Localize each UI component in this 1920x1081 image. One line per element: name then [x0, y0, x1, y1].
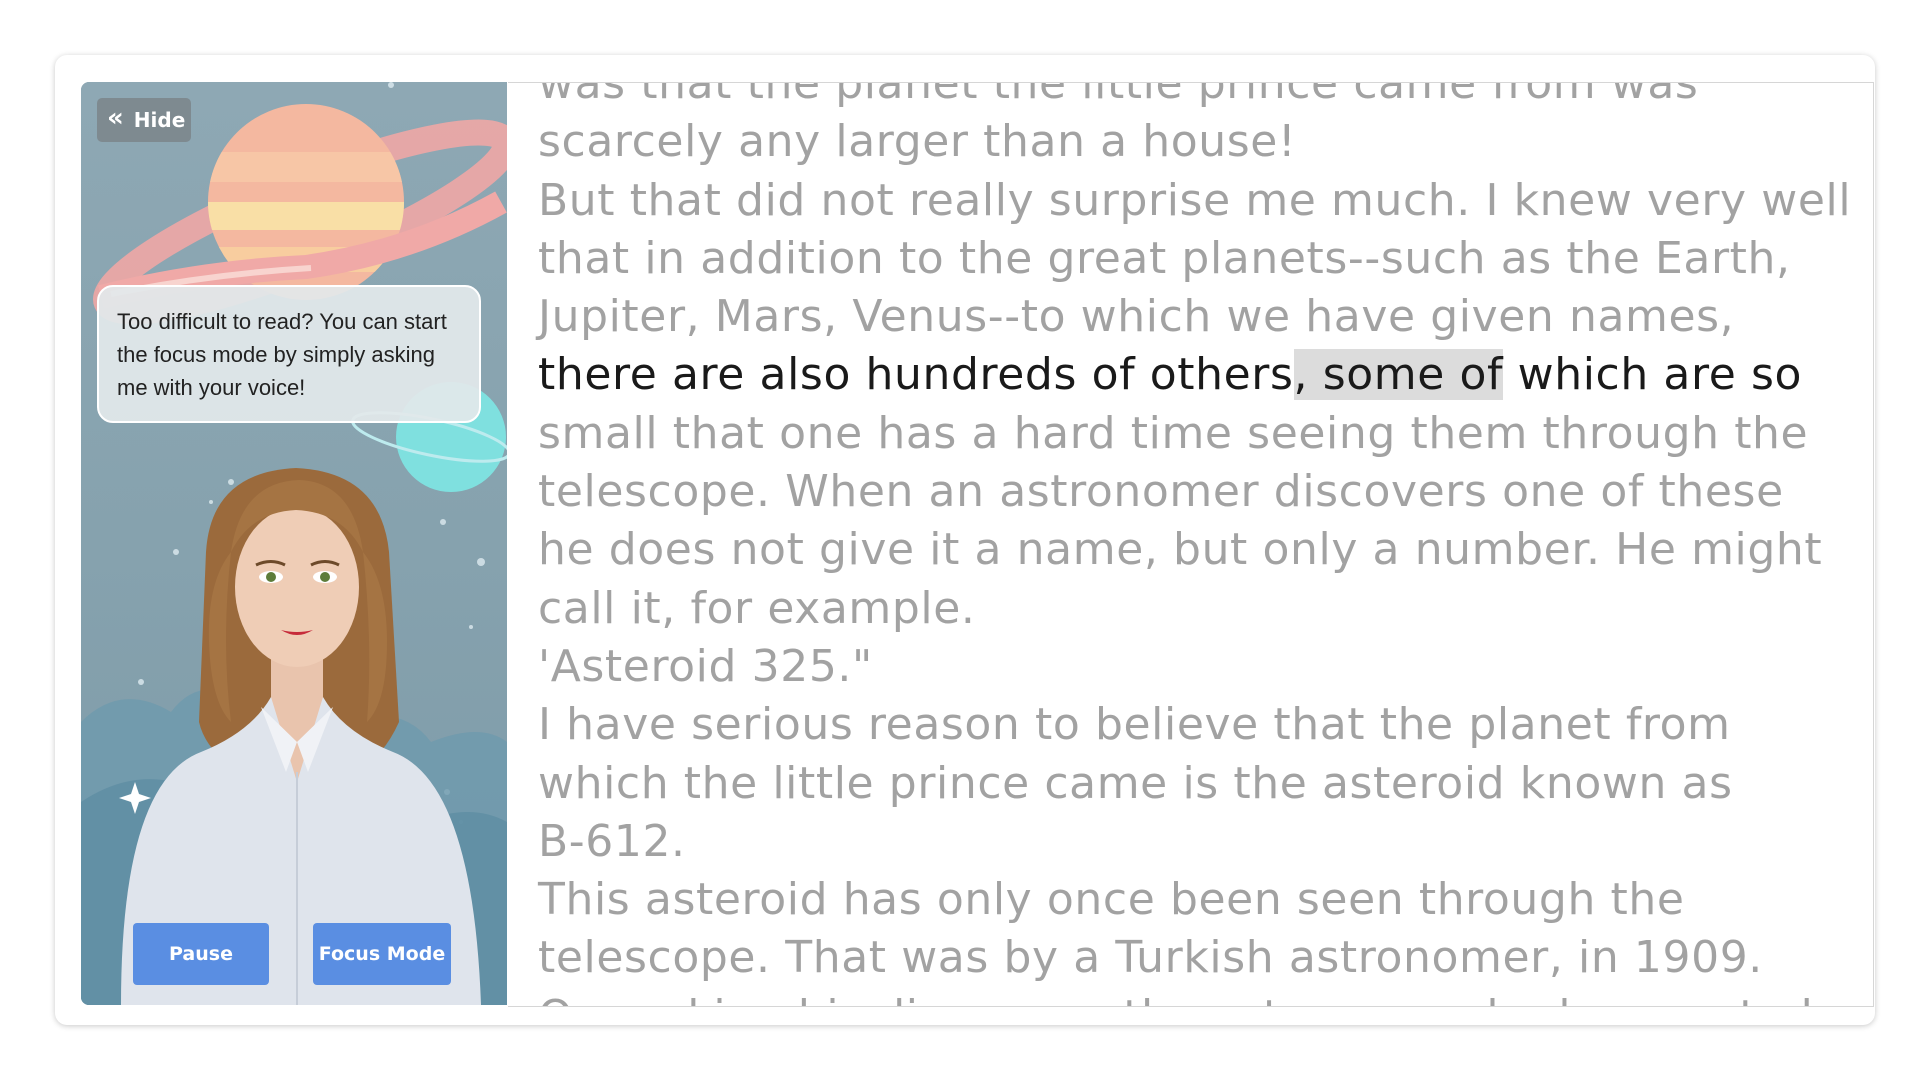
text-line: telescope. That was by a Turkish astrono…: [538, 932, 1763, 984]
space-scene-illustration: [81, 82, 507, 1005]
text-line: This asteroid has only once been seen th…: [538, 874, 1685, 926]
current-line-after: which are so: [1503, 349, 1802, 401]
text-line: scarcely any larger than a house!: [538, 116, 1297, 168]
double-chevron-left-icon: «: [107, 103, 124, 133]
focus-mode-button[interactable]: Focus Mode: [313, 923, 451, 985]
assistant-speech-bubble: Too difficult to read? You can start the…: [97, 285, 481, 423]
reading-pane[interactable]: was that the planet the little prince ca…: [508, 82, 1874, 1007]
highlighted-words: , some of: [1293, 349, 1504, 401]
text-line: call it, for example.: [538, 582, 976, 634]
text-line: which the little prince came is the aste…: [538, 757, 1733, 809]
hide-button[interactable]: « Hide: [97, 98, 191, 142]
text-line: I have serious reason to believe that th…: [538, 699, 1731, 751]
hide-label: Hide: [133, 108, 186, 132]
text-line: But that did not really surprise me much…: [538, 174, 1852, 226]
current-reading-line: there are also hundreds of others, some …: [538, 346, 1863, 404]
text-line: On making his discovery, the astronomer …: [538, 988, 1863, 1006]
avatar-panel: « Hide Too difficult to read? You can st…: [81, 82, 507, 1005]
pause-button[interactable]: Pause: [133, 923, 269, 985]
current-line-before: there are also hundreds of others: [538, 349, 1294, 401]
text-line: telescope. When an astronomer discovers …: [538, 466, 1784, 518]
text-line: he does not give it a name, but only a n…: [538, 524, 1823, 576]
text-line: 'Asteroid 325.": [538, 640, 873, 692]
text-line: was that the planet the little prince ca…: [538, 82, 1699, 109]
text-line: small that one has a hard time seeing th…: [538, 407, 1809, 459]
reading-text: was that the planet the little prince ca…: [538, 82, 1863, 1006]
text-line: B-612.: [538, 815, 686, 867]
bubble-text: Too difficult to read? You can start the…: [117, 309, 447, 400]
text-line: Jupiter, Mars, Venus--to which we have g…: [538, 291, 1735, 343]
text-line: that in addition to the great planets--s…: [538, 232, 1791, 284]
